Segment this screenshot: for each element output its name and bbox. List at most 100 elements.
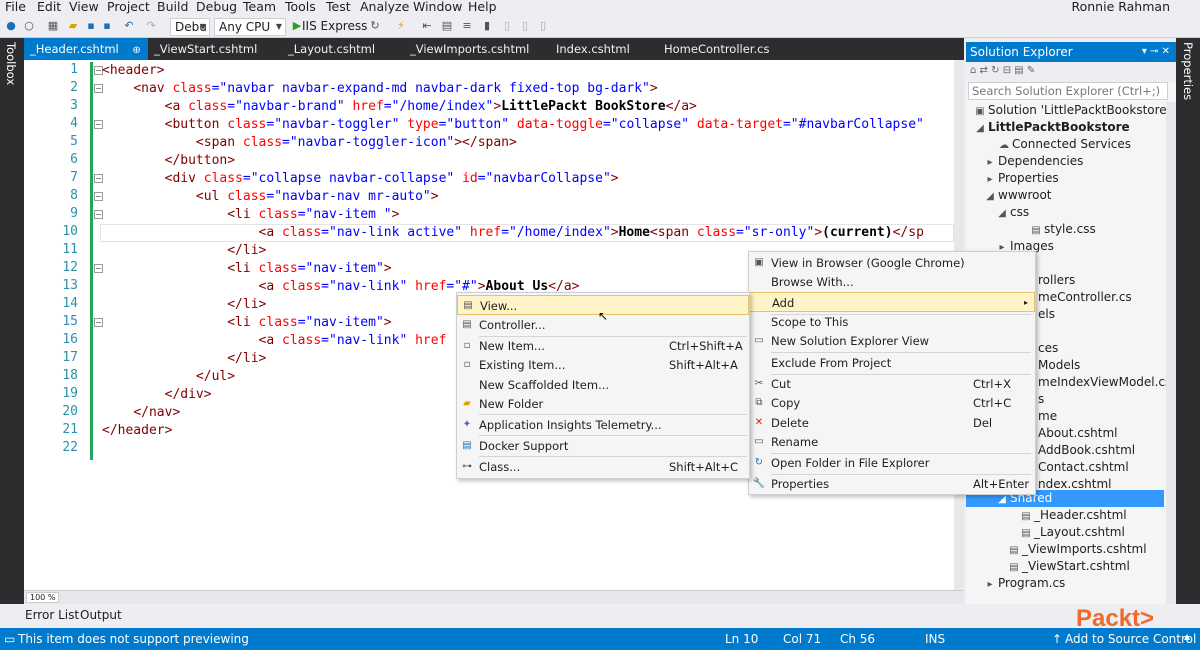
menu-add-app-insights[interactable]: ✦ Application Insights Telemetry...	[457, 415, 749, 435]
solution-explorer-search-input[interactable]: Search Solution Explorer (Ctrl+;)	[968, 82, 1168, 100]
menu-delete[interactable]: ✕ Delete Del	[749, 413, 1035, 433]
properties-label[interactable]: Properties	[1181, 42, 1195, 100]
add-to-source-control[interactable]: Add to Source Control	[1065, 632, 1196, 646]
tree-style-css[interactable]: ▤ style.css	[1030, 222, 1095, 236]
menu-add-class[interactable]: ⊶ Class... Shift+Alt+C	[457, 457, 749, 477]
tab-homecontroller-cs[interactable]: HomeController.cs	[658, 38, 788, 60]
menu-properties[interactable]: 🔧 Properties Alt+Enter	[749, 474, 1035, 494]
tree-solution[interactable]: ▣ Solution 'LittlePacktBookstore' (1	[974, 103, 1186, 117]
folder-icon[interactable]: ◢	[996, 494, 1008, 505]
globe-icon[interactable]: ◢	[984, 191, 996, 202]
toolbox-strip[interactable]: Toolbox	[0, 38, 24, 628]
tree-about-cshtml[interactable]: About.cshtml	[1038, 426, 1117, 440]
tree-contact-cshtml[interactable]: Contact.cshtml	[1038, 460, 1129, 474]
save-all-icon[interactable]: ▪	[100, 19, 114, 33]
toolbar-icon-c[interactable]: ≡	[460, 19, 474, 33]
redo-icon[interactable]: ↷	[144, 19, 158, 33]
browser-link-icon[interactable]: ⚡	[394, 19, 408, 33]
menu-view[interactable]: View	[69, 0, 99, 14]
toolbar-icon-b[interactable]: ▤	[440, 19, 454, 33]
platform-select[interactable]: Any CPU ▼	[214, 18, 286, 36]
tree-project[interactable]: ◢ LittlePacktBookstore	[974, 120, 1130, 134]
tab-output[interactable]: Output	[80, 608, 122, 622]
tree-css-folder[interactable]: ◢ css	[996, 205, 1029, 219]
save-icon[interactable]: ▪	[84, 19, 98, 33]
toolbar-icon-e[interactable]: ▯	[500, 19, 514, 33]
run-target[interactable]: IIS Express	[302, 19, 367, 33]
tree-models-folder[interactable]: els	[1038, 307, 1055, 321]
tree-shared-layout-cshtml[interactable]: ▤ _Layout.cshtml	[1020, 525, 1125, 539]
tree-homeindexviewmodel[interactable]: meIndexViewModel.cs	[1038, 375, 1171, 389]
tree-properties[interactable]: ▸ Properties	[984, 171, 1058, 185]
menu-debug[interactable]: Debug	[196, 0, 237, 14]
user-name[interactable]: Ronnie Rahman	[1071, 0, 1170, 14]
solution-explorer-scrollbar[interactable]	[1166, 102, 1176, 604]
tree-addbook-cshtml[interactable]: AddBook.cshtml	[1038, 443, 1135, 457]
tree-viewstart-cshtml[interactable]: ▤ _ViewStart.cshtml	[1008, 559, 1130, 573]
menu-new-solution-explorer-view[interactable]: ▭ New Solution Explorer View	[749, 331, 1035, 351]
tab-viewstart-cshtml[interactable]: _ViewStart.cshtml	[148, 38, 278, 60]
menu-exclude-from-project[interactable]: Exclude From Project	[749, 353, 1035, 373]
menu-tools[interactable]: Tools	[285, 0, 316, 14]
toolbox-label[interactable]: Toolbox	[4, 42, 18, 85]
menu-add-existing-item[interactable]: ▫ Existing Item... Shift+Alt+A	[457, 355, 749, 375]
tree-program-cs[interactable]: ▸ Program.cs	[984, 576, 1065, 590]
pin-icon[interactable]: ⊕	[132, 45, 140, 56]
home-icon[interactable]: ⌂	[970, 65, 976, 76]
properties-strip[interactable]: Properties	[1176, 38, 1200, 628]
menu-build[interactable]: Build	[157, 0, 188, 14]
menu-browse-with[interactable]: Browse With...	[749, 272, 1035, 292]
menu-add-new-folder[interactable]: ▰ New Folder	[457, 394, 749, 414]
menu-open-folder[interactable]: ↻ Open Folder in File Explorer	[749, 453, 1035, 473]
menu-help[interactable]: Help	[468, 0, 497, 14]
refresh-icon[interactable]: ↻	[368, 19, 382, 33]
tree-wwwroot[interactable]: ◢ wwwroot	[984, 188, 1051, 202]
sync-icon[interactable]: ⇄	[980, 65, 988, 76]
menu-file[interactable]: File	[5, 0, 26, 14]
menu-add-docker-support[interactable]: ▤ Docker Support	[457, 436, 749, 456]
configuration-select[interactable]: Debu ▼	[170, 18, 210, 36]
tree-dependencies[interactable]: ▸ Dependencies	[984, 154, 1083, 168]
menu-rename[interactable]: ▭ Rename	[749, 432, 1035, 452]
tree-controllers-folder[interactable]: rollers	[1038, 273, 1075, 287]
expand-icon[interactable]: ▸	[984, 174, 996, 185]
menu-copy[interactable]: ⧉ Copy Ctrl+C	[749, 393, 1035, 413]
folder-icon[interactable]: ◢	[996, 208, 1008, 219]
menu-test[interactable]: Test	[326, 0, 351, 14]
menu-scope-to-this[interactable]: Scope to This	[749, 312, 1035, 332]
refresh-icon[interactable]: ↻	[991, 65, 999, 76]
toolbar-icon-a[interactable]: ⇤	[420, 19, 434, 33]
tab-viewimports-cshtml[interactable]: _ViewImports.cshtml	[404, 38, 544, 60]
forward-icon[interactable]: ○	[22, 19, 36, 33]
menu-add[interactable]: Add ▸	[749, 292, 1035, 312]
tab-header-cshtml[interactable]: _Header.cshtml ⊕ ✕	[24, 38, 148, 80]
new-project-icon[interactable]: ▦	[46, 19, 60, 33]
menu-project[interactable]: Project	[107, 0, 150, 14]
open-icon[interactable]: ▰	[66, 19, 80, 33]
expand-icon[interactable]: ▸	[984, 579, 996, 590]
show-all-files-icon[interactable]: ▤	[1014, 65, 1023, 76]
collapse-all-icon[interactable]: ⊟	[1003, 65, 1011, 76]
undo-icon[interactable]: ↶	[122, 19, 136, 33]
tree-services-folder[interactable]: ces	[1038, 341, 1058, 355]
back-icon[interactable]: ●	[4, 19, 18, 33]
tree-index-cshtml[interactable]: ndex.cshtml	[1038, 477, 1112, 491]
menu-view-in-browser[interactable]: ▣ View in Browser (Google Chrome)	[749, 253, 1035, 273]
menu-cut[interactable]: ✂ Cut Ctrl+X	[749, 374, 1035, 394]
expand-icon[interactable]: ◢	[974, 123, 986, 134]
zoom-level[interactable]: 100 %	[26, 592, 60, 603]
tab-layout-cshtml[interactable]: _Layout.cshtml	[282, 38, 402, 60]
window-controls-icon[interactable]: ▾ ⊸ ✕	[1142, 42, 1170, 62]
menu-add-new-item[interactable]: ▫ New Item... Ctrl+Shift+A	[457, 336, 749, 356]
tree-connected-services[interactable]: ☁ Connected Services	[998, 137, 1131, 151]
menu-team[interactable]: Team	[243, 0, 276, 14]
tree-views-folder[interactable]: s	[1038, 392, 1044, 406]
tree-homecontroller[interactable]: meController.cs	[1038, 290, 1132, 304]
editor-horizontal-scrollbar[interactable]: 100 %	[24, 590, 964, 604]
menu-analyze[interactable]: Analyze	[360, 0, 409, 14]
toolbar-icon-d[interactable]: ▮	[480, 19, 494, 33]
tree-viewimports-cshtml[interactable]: ▤ _ViewImports.cshtml	[1008, 542, 1146, 556]
menu-add-new-scaffolded-item[interactable]: New Scaffolded Item...	[457, 375, 749, 395]
tree-shared-header-cshtml[interactable]: ▤ _Header.cshtml	[1020, 508, 1126, 522]
settings-icon[interactable]: ✎	[1027, 65, 1035, 76]
